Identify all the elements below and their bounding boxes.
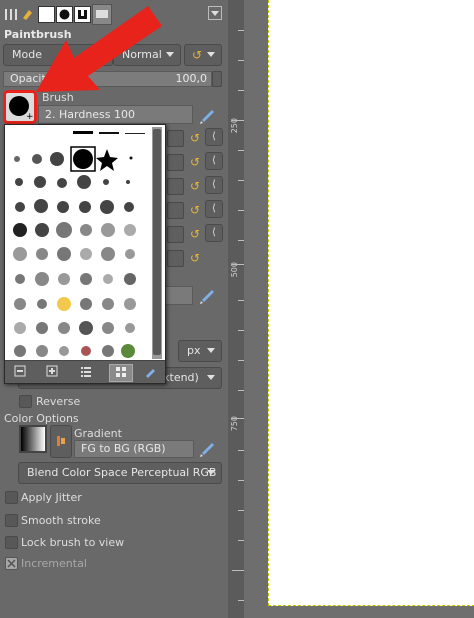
gradient-reverse-button[interactable] — [50, 425, 72, 458]
unit-select[interactable]: px — [178, 340, 222, 362]
blend-color-space-value: Blend Color Space Perceptual RGB — [27, 466, 217, 479]
apply-jitter-checkbox[interactable] — [5, 491, 18, 504]
brush-chooser-toolbar — [5, 360, 165, 383]
smooth-stroke-label: Smooth stroke — [21, 514, 101, 527]
vertical-ruler: 250 500 750 — [228, 0, 245, 618]
annotation-arrow-icon — [36, 6, 162, 92]
scrollbar-thumb[interactable] — [153, 129, 161, 355]
spacing-reset-icon[interactable]: ↺ — [188, 203, 202, 217]
angle-chain-icon[interactable]: ⟨ — [205, 176, 223, 194]
size-reset-icon[interactable]: ↺ — [188, 131, 202, 145]
lock-brush-label: Lock brush to view — [21, 536, 125, 549]
reset-icon: ↺ — [191, 48, 203, 62]
minus-icon[interactable] — [11, 364, 29, 380]
opacity-value: 100,0 — [175, 72, 208, 85]
brush-thumbnails — [13, 175, 136, 358]
edit-dynamics-icon[interactable] — [198, 284, 218, 304]
angle-spin-buttons[interactable] — [167, 178, 184, 195]
ruler-tick — [232, 120, 244, 121]
dynamics-name-field[interactable] — [165, 286, 193, 305]
smooth-stroke-checkbox[interactable] — [5, 514, 18, 527]
edit-brush-icon[interactable] — [141, 364, 159, 380]
gradient-preview-button[interactable] — [19, 425, 47, 453]
ruler-tick — [232, 264, 244, 265]
configure-tab-icon[interactable] — [208, 6, 222, 20]
force-reset-icon[interactable]: ↺ — [188, 251, 202, 265]
spacing-chain-icon[interactable]: ⟨ — [205, 200, 223, 218]
chevron-down-icon — [207, 348, 215, 353]
color-options-label: Color Options — [4, 412, 79, 425]
image-canvas[interactable] — [268, 0, 474, 606]
unit-value: px — [187, 344, 201, 357]
list-view-icon[interactable] — [77, 364, 95, 380]
aspect-spin-buttons[interactable] — [167, 154, 184, 171]
reverse-checkbox[interactable] — [19, 395, 32, 408]
gradient-name-field[interactable]: FG to BG (RGB) copy — [74, 440, 194, 471]
hardness-reset-icon[interactable]: ↺ — [188, 227, 202, 241]
size-chain-icon[interactable]: ⟨ — [205, 128, 223, 146]
edit-gradient-icon[interactable] — [198, 437, 218, 457]
apply-jitter-label: Apply Jitter — [21, 491, 82, 504]
incremental-checkbox[interactable] — [5, 557, 18, 570]
edit-brush-icon[interactable] — [198, 104, 218, 124]
blend-color-space-select[interactable]: Blend Color Space Perceptual RGB — [18, 462, 222, 484]
ruler-tick — [232, 570, 244, 571]
force-spin-buttons[interactable] — [167, 250, 184, 267]
brush-list-scrollbar[interactable] — [152, 127, 162, 359]
chevron-down-icon — [207, 52, 215, 57]
plus-icon[interactable] — [43, 364, 61, 380]
tool-options-tab-icon[interactable] — [2, 6, 19, 23]
mode-reset-select[interactable]: ↺ — [184, 44, 222, 66]
grid-view-icon[interactable] — [109, 364, 133, 382]
hardness-spin-buttons[interactable] — [167, 226, 184, 243]
size-spin-buttons[interactable] — [167, 130, 184, 147]
chevron-down-icon — [207, 470, 215, 475]
reverse-label: Reverse — [36, 395, 81, 408]
brush-grid[interactable] — [7, 127, 149, 359]
opacity-spin-buttons[interactable] — [212, 71, 222, 87]
ruler-tick — [232, 418, 244, 419]
gradient-label: Gradient — [74, 427, 122, 440]
repeat-value: xtend) — [163, 371, 199, 384]
chevron-down-icon — [207, 375, 215, 380]
lock-brush-checkbox[interactable] — [5, 536, 18, 549]
spacing-spin-buttons[interactable] — [167, 202, 184, 219]
aspect-chain-icon[interactable]: ⟨ — [205, 152, 223, 170]
incremental-label: Incremental — [21, 557, 87, 570]
angle-reset-icon[interactable]: ↺ — [188, 179, 202, 193]
brush-chooser-popup — [4, 124, 166, 384]
hardness-chain-icon[interactable]: ⟨ — [205, 224, 223, 242]
aspect-reset-icon[interactable]: ↺ — [188, 155, 202, 169]
